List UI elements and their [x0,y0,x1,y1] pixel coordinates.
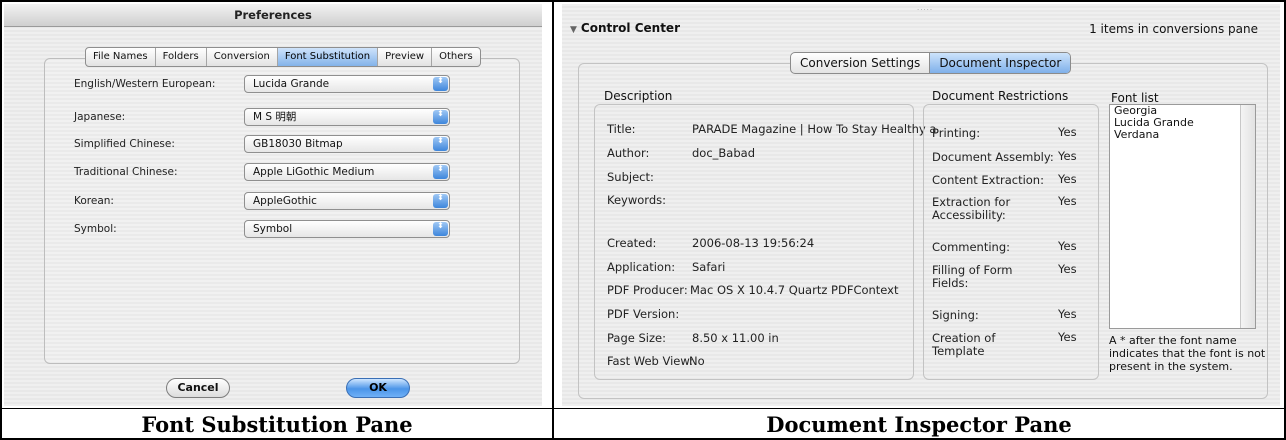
font-list[interactable]: Georgia Lucida Grande Verdana [1109,104,1256,329]
document-assembly-value: Yes [1058,149,1077,163]
font-list-scrollbar[interactable] [1240,105,1255,328]
popup-arrows-icon: ⬍ [433,194,448,208]
fast-web-view-value: No [689,354,705,368]
filling-form-fields-value: Yes [1058,262,1077,276]
tab-conversion-settings[interactable]: Conversion Settings [791,53,929,73]
description-heading: Description [604,89,673,103]
ok-button[interactable]: OK [346,378,410,398]
title-value: PARADE Magazine | How To Stay Healthy a [692,122,937,136]
commenting-label: Commenting: [932,240,1011,254]
popup-value: AppleGothic [253,195,317,207]
symbol-font-popup[interactable]: Symbol ⬍ [244,220,450,238]
font-row-traditional-chinese: Traditional Chinese: Apple LiGothic Medi… [4,163,542,185]
pdf-version-label: PDF Version: [607,307,680,321]
font-row-symbol: Symbol: Symbol ⬍ [4,220,542,242]
disclosure-triangle-icon[interactable]: ▼ [570,25,577,35]
english-font-popup[interactable]: Lucida Grande ⬍ [244,75,450,93]
table-border-middle [552,0,554,440]
tab-preview[interactable]: Preview [378,48,433,66]
popup-arrows-icon: ⬍ [433,77,448,91]
popup-arrows-icon: ⬍ [433,165,448,179]
inspector-tabs: Conversion Settings Document Inspector [790,52,1072,74]
popup-arrows-icon: ⬍ [433,222,448,236]
printing-label: Printing: [932,126,981,140]
application-value: Safari [692,260,726,274]
author-value: doc_Babad [692,146,755,160]
japanese-font-popup[interactable]: M S 明朝 ⬍ [244,108,450,126]
author-label: Author: [607,146,650,160]
right-caption: Document Inspector Pane [766,412,1072,437]
font-list-item[interactable]: Verdana [1110,129,1255,141]
popup-value: Apple LiGothic Medium [253,166,375,178]
extraction-accessibility-value: Yes [1058,194,1077,208]
signing-value: Yes [1058,307,1077,321]
control-center-window: ····· ▼ Control Center 1 items in convers… [562,4,1280,406]
preferences-tabs: File Names Folders Conversion Font Subst… [85,47,481,67]
popup-arrows-icon: ⬍ [433,110,448,124]
popup-arrows-icon: ⬍ [433,137,448,151]
table-border-left [0,0,2,440]
content-extraction-label: Content Extraction: [932,173,1044,187]
tab-conversion[interactable]: Conversion [207,48,278,66]
creation-template-label: Creation of Template [932,331,996,358]
filling-form-fields-label: Filling of Form Fields: [932,263,1013,290]
created-label: Created: [607,236,657,250]
font-row-label: English/Western European: [74,78,216,90]
created-value: 2006-08-13 19:56:24 [692,236,815,250]
popup-value: Lucida Grande [253,78,330,90]
korean-font-popup[interactable]: AppleGothic ⬍ [244,192,450,210]
content-extraction-value: Yes [1058,172,1077,186]
cancel-button[interactable]: Cancel [166,378,230,398]
printing-value: Yes [1058,125,1077,139]
tab-font-substitution[interactable]: Font Substitution [277,48,379,66]
tab-folders[interactable]: Folders [156,48,207,66]
popup-value: Symbol [253,223,293,235]
page-size-label: Page Size: [607,331,666,345]
font-row-label: Japanese: [74,111,126,123]
tab-document-inspector[interactable]: Document Inspector [929,53,1071,73]
creation-template-value: Yes [1058,330,1077,344]
font-row-simplified-chinese: Simplified Chinese: GB18030 Bitmap ⬍ [4,135,542,157]
tab-others[interactable]: Others [432,48,480,66]
table-border-top [0,0,1286,2]
preferences-window: Preferences File Names Folders Conversio… [4,4,542,406]
pdf-producer-label: PDF Producer: [607,283,688,297]
left-caption: Font Substitution Pane [141,412,413,437]
font-row-label: Symbol: [74,223,117,235]
font-row-label: Traditional Chinese: [74,166,178,178]
document-assembly-label: Document Assembly: [932,150,1054,164]
font-list-note: A * after the font name indicates that t… [1109,334,1266,373]
page-size-value: 8.50 x 11.00 in [692,331,779,345]
window-title: Preferences [4,4,542,27]
simplified-chinese-font-popup[interactable]: GB18030 Bitmap ⬍ [244,135,450,153]
traditional-chinese-font-popup[interactable]: Apple LiGothic Medium ⬍ [244,163,450,181]
fast-web-view-label: Fast Web View: [607,354,694,368]
control-center-title-text: Control Center [580,21,680,35]
font-row-korean: Korean: AppleGothic ⬍ [4,192,542,214]
resize-grip[interactable]: ····· [917,6,933,14]
pdf-producer-value: Mac OS X 10.4.7 Quartz PDFContext [690,283,899,297]
keywords-label: Keywords: [607,193,666,207]
font-row-english: English/Western European: Lucida Grande … [4,75,542,97]
extraction-accessibility-label: Extraction for Accessibility: [932,195,1011,222]
control-center-title[interactable]: ▼ Control Center [570,21,680,35]
title-label: Title: [607,122,636,136]
font-list-heading: Font list [1111,91,1159,105]
signing-label: Signing: [932,308,979,322]
font-row-label: Simplified Chinese: [74,138,175,150]
restrictions-heading: Document Restrictions [932,89,1069,103]
tab-file-names[interactable]: File Names [86,48,156,66]
commenting-value: Yes [1058,239,1077,253]
popup-value: GB18030 Bitmap [253,138,343,150]
items-count: 1 items in conversions pane [1089,22,1258,36]
popup-value: M S 明朝 [253,111,297,123]
font-row-label: Korean: [74,195,114,207]
application-label: Application: [607,260,676,274]
font-row-japanese: Japanese: M S 明朝 ⬍ [4,108,542,130]
subject-label: Subject: [607,170,654,184]
